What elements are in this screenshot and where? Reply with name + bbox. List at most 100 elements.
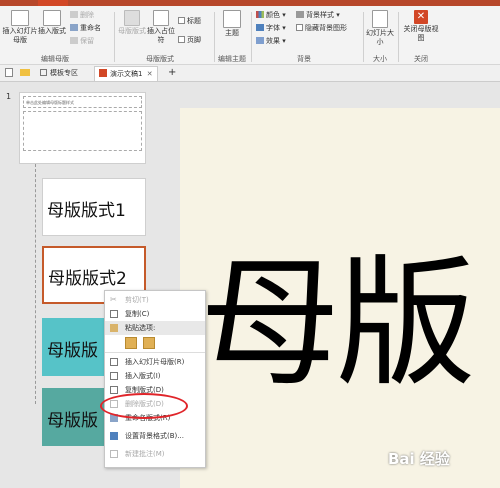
- preserve-label: 保留: [80, 37, 94, 45]
- preserve-button[interactable]: 保留: [70, 37, 94, 46]
- colors-label: 颜色: [266, 11, 280, 19]
- slide-title-text[interactable]: 母版: [200, 250, 476, 400]
- fonts-label: 字体: [266, 24, 280, 32]
- effects-button[interactable]: 效果 ▾: [256, 37, 286, 46]
- footer-check-label: 页脚: [187, 36, 201, 44]
- fonts-button[interactable]: 字体 ▾: [256, 24, 286, 33]
- hide-background-graphics-checkbox[interactable]: 隐藏背景图形: [296, 24, 347, 33]
- group-size: 大小: [373, 55, 387, 63]
- theme-button[interactable]: 主题: [218, 10, 246, 38]
- group-master-layout: 母版版式: [146, 55, 174, 63]
- delete-button[interactable]: 删除: [70, 11, 94, 20]
- insert-layout-label: 插入版式: [38, 27, 66, 35]
- slide-master-icon: [110, 358, 118, 366]
- master-layout-label: 母版版式: [118, 27, 146, 35]
- slide-size-icon: [372, 10, 388, 28]
- master-body-placeholder: [23, 111, 142, 151]
- layout-icon: [110, 372, 118, 380]
- tab-document[interactable]: 演示文稿1 ✕: [94, 66, 158, 81]
- delete-icon: [70, 11, 78, 18]
- divider: [363, 12, 364, 62]
- close-master-view-button[interactable]: ✕ 关闭母版视图: [402, 10, 440, 43]
- slide-size-button[interactable]: 幻灯片大小: [366, 10, 394, 47]
- insert-placeholder-label: 插入占位符: [147, 27, 175, 44]
- master-layout-icon: [124, 10, 140, 26]
- colors-icon: [256, 11, 264, 18]
- menu-item-cut-label: 剪切(T): [125, 296, 149, 304]
- layout-thumbnail-1[interactable]: 母版版式1: [42, 178, 146, 236]
- paste-keep-source-icon[interactable]: [125, 337, 137, 349]
- group-close: 关闭: [414, 55, 428, 63]
- group-edit-master: 编辑母版: [41, 55, 69, 63]
- menu-item-paste-options-label: 粘贴选项:: [125, 324, 156, 332]
- master-title-placeholder: 单击此处编辑母版标题样式: [23, 96, 142, 108]
- insert-layout-button[interactable]: 插入版式: [36, 10, 68, 36]
- layout-thumbnail-1-label: 母版版式1: [47, 201, 126, 221]
- menu-item-copy-label: 复制(C): [125, 310, 150, 318]
- fonts-icon: [256, 24, 264, 31]
- document-tab-bar: 模板专区 演示文稿1 ✕ +: [0, 65, 500, 82]
- colors-button[interactable]: 颜色 ▾: [256, 11, 286, 20]
- hide-background-graphics-label: 隐藏背景图形: [305, 24, 347, 32]
- menu-item-copy[interactable]: 复制(C): [105, 307, 205, 321]
- delete-label: 删除: [80, 11, 94, 19]
- format-background-icon: [110, 432, 118, 440]
- divider: [251, 12, 252, 62]
- scissors-icon: ✂: [110, 295, 117, 304]
- menu-item-cut[interactable]: ✂ 剪切(T): [105, 293, 205, 307]
- background-styles-label: 背景样式: [306, 11, 334, 19]
- menu-item-new-comment[interactable]: 新建批注(M): [105, 447, 205, 461]
- layout-connector: [35, 164, 36, 404]
- insert-slide-master-button[interactable]: 插入幻灯片母版: [2, 10, 38, 45]
- menu-item-new-comment-label: 新建批注(M): [125, 450, 165, 458]
- background-styles-button[interactable]: 背景样式 ▾: [296, 11, 340, 20]
- theme-icon: [223, 10, 241, 28]
- master-thumbnail[interactable]: 单击此处编辑母版标题样式: [19, 92, 146, 164]
- rename-button[interactable]: 重命名: [70, 24, 101, 33]
- menu-separator: [105, 352, 205, 353]
- copy-icon: [110, 310, 118, 318]
- menu-item-insert-layout-label: 插入版式(I): [125, 372, 161, 380]
- menu-item-insert-slide-master[interactable]: 插入幻灯片母版(R): [105, 355, 205, 369]
- footer-checkbox[interactable]: 页脚: [178, 36, 201, 45]
- menu-item-paste-options[interactable]: 粘贴选项:: [105, 321, 205, 335]
- tab-templates-label: 模板专区: [50, 69, 78, 77]
- effects-label: 效果: [266, 37, 280, 45]
- rename-label: 重命名: [80, 24, 101, 32]
- folder-icon[interactable]: [20, 69, 30, 76]
- highlight-circle: [100, 393, 188, 419]
- layout-thumbnail-4-label: 母版版: [47, 411, 98, 431]
- tab-document-label: 演示文稿1: [110, 70, 143, 78]
- watermark: Bai 经验: [388, 450, 450, 468]
- paste-destination-icon[interactable]: [143, 337, 155, 349]
- ribbon: 插入幻灯片母版 插入版式 删除 重命名 保留 编辑母版 母版版式 插入占位符 标…: [0, 6, 500, 65]
- title-checkbox[interactable]: 标题: [178, 17, 201, 26]
- close-master-view-label: 关闭母版视图: [403, 25, 439, 42]
- master-layout-button[interactable]: 母版版式: [118, 10, 146, 36]
- preserve-icon: [70, 37, 78, 44]
- divider: [398, 12, 399, 62]
- group-edit-theme: 编辑主题: [218, 55, 246, 63]
- ppt-icon: [99, 69, 107, 77]
- duplicate-icon: [110, 386, 118, 394]
- slide-master-icon: [11, 10, 29, 26]
- layout-thumbnail-2-label: 母版版式2: [48, 269, 127, 289]
- menu-item-insert-layout[interactable]: 插入版式(I): [105, 369, 205, 383]
- new-file-icon[interactable]: [5, 68, 13, 77]
- group-background: 背景: [297, 55, 311, 63]
- title-check-label: 标题: [187, 17, 201, 25]
- add-tab-button[interactable]: +: [164, 66, 180, 80]
- checkbox-icon: [296, 24, 303, 31]
- layout-icon: [43, 10, 61, 26]
- slide-number: 1: [6, 92, 12, 101]
- paste-icon: [110, 324, 118, 332]
- menu-item-format-background[interactable]: 设置背景格式(B)...: [105, 429, 205, 443]
- insert-placeholder-button[interactable]: 插入占位符: [146, 10, 176, 45]
- context-menu: ✂ 剪切(T) 复制(C) 粘贴选项: 插入幻灯片母版(R) 插入版式(I) 复制…: [104, 290, 206, 468]
- tab-close-icon[interactable]: ✕: [147, 70, 153, 78]
- comment-icon: [110, 450, 118, 458]
- tab-templates[interactable]: 模板专区: [36, 66, 82, 80]
- background-styles-icon: [296, 11, 304, 18]
- divider: [114, 12, 115, 62]
- slide-size-label: 幻灯片大小: [366, 29, 394, 46]
